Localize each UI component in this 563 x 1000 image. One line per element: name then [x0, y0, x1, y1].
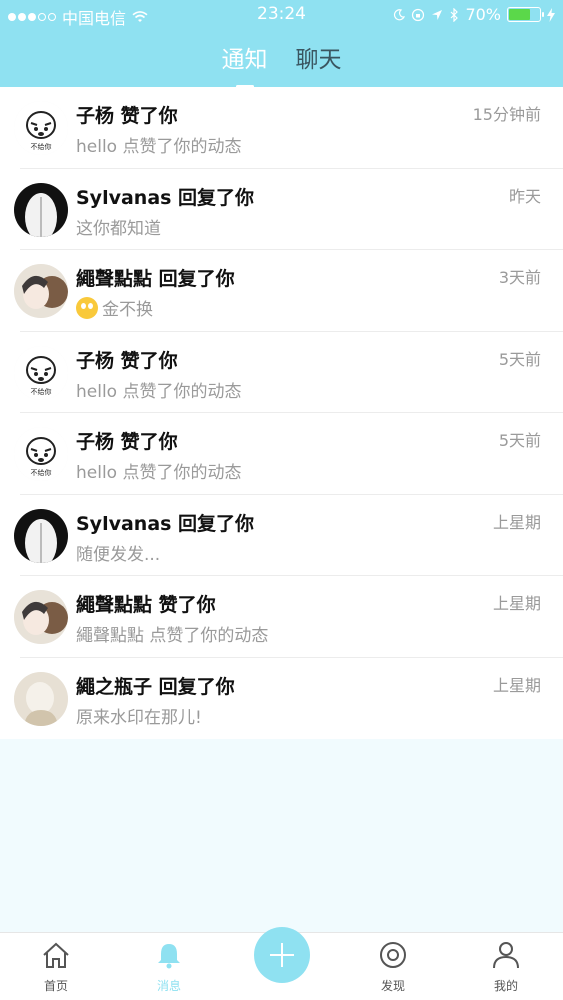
notification-title: 子杨 赞了你 — [76, 105, 178, 127]
bluetooth-icon — [451, 7, 459, 22]
notification-title: 子杨 赞了你 — [76, 431, 178, 453]
notification-subtitle: 原来水印在那儿! — [76, 703, 202, 728]
notification-subtitle: hello 点赞了你的动态 — [76, 377, 241, 402]
top-tabs: 通知 聊天 — [0, 40, 563, 80]
notification-subtitle-text: 原来水印在那儿! — [76, 707, 202, 728]
nav-home[interactable]: 首页 — [16, 941, 96, 994]
notification-title: 繩聲點點 回复了你 — [76, 268, 235, 290]
notification-subtitle-text: hello 点赞了你的动态 — [76, 381, 242, 402]
notification-subtitle: 金不换 — [76, 295, 153, 320]
nav-profile-label: 我的 — [493, 979, 518, 993]
nav-messages[interactable]: 消息 — [129, 941, 209, 994]
notification-row[interactable]: 不给你 子杨 赞了你 hello 点赞了你的动态 15分钟前 — [0, 87, 563, 169]
avatar[interactable] — [14, 182, 68, 237]
notification-title: 繩聲點點 赞了你 — [76, 594, 216, 616]
meme-avatar-text: 不给你 — [31, 142, 52, 151]
notification-subtitle-text: 繩聲點點 点赞了你的动态 — [76, 626, 269, 646]
notification-row[interactable]: 繩之瓶子 回复了你 原来水印在那儿! 上星期 — [0, 658, 563, 740]
notification-title: 子杨 赞了你 — [76, 349, 178, 372]
notification-time: 5天前 — [498, 431, 541, 450]
notification-row[interactable]: 不给你 子杨 赞了你 hello 点赞了你的动态 5天前 — [0, 332, 563, 414]
header: 中国电信 23:24 70% 通知 聊天 — [0, 0, 563, 87]
notification-title: Sylvanas 回复了你 — [76, 186, 255, 209]
notification-subtitle: 这你都知道 — [76, 214, 161, 239]
notification-time: 5天前 — [498, 349, 541, 369]
notification-time: 上星期 — [492, 675, 541, 695]
notification-subtitle-text: 随便发发... — [76, 544, 161, 565]
charging-icon — [547, 7, 555, 22]
notification-time: 15分钟前 — [472, 105, 541, 124]
moon-icon — [394, 8, 406, 20]
tab-chat[interactable]: 聊天 — [296, 40, 342, 80]
notification-time: 3天前 — [498, 268, 541, 287]
avatar[interactable] — [14, 590, 68, 644]
add-post-button[interactable] — [254, 927, 310, 983]
notification-subtitle-text: hello 点赞了你的动态 — [76, 137, 242, 157]
notification-list: 不给你 子杨 赞了你 hello 点赞了你的动态 15分钟前 Sylvanas 回复了你… — [0, 87, 563, 739]
discover-icon — [380, 942, 406, 968]
notification-row[interactable]: Sylvanas 回复了你 随便发发... 上星期 — [0, 495, 563, 577]
notification-subtitle: 随便发发... — [76, 540, 160, 565]
nav-discover[interactable]: 发现 — [353, 941, 433, 994]
status-bar: 中国电信 23:24 70% — [0, 0, 563, 30]
notification-subtitle-text: 金不换 — [102, 300, 153, 320]
nav-discover-label: 发现 — [380, 979, 405, 993]
status-right: 70% — [393, 5, 555, 24]
notification-time: 上星期 — [492, 594, 541, 613]
notification-row[interactable]: 繩聲點點 回复了你金不换 3天前 — [0, 250, 563, 332]
eye-roll-emoji-icon — [76, 296, 98, 319]
nav-messages-label: 消息 — [156, 979, 181, 993]
notification-time: 上星期 — [492, 512, 541, 532]
notification-subtitle-text: hello 点赞了你的动态 — [76, 463, 242, 483]
notification-time: 昨天 — [508, 186, 541, 206]
nav-profile[interactable]: 我的 — [466, 941, 546, 994]
notification-title: 繩之瓶子 回复了你 — [76, 675, 235, 698]
nav-home-label: 首页 — [43, 979, 68, 993]
notification-subtitle: 繩聲點點 点赞了你的动态 — [76, 621, 268, 646]
rotation-lock-icon — [412, 8, 425, 21]
avatar[interactable] — [14, 264, 68, 318]
person-icon — [493, 942, 519, 969]
avatar[interactable]: 不给你 — [14, 101, 68, 155]
bottom-nav: 首页 消息 发现 我的 — [0, 927, 563, 1000]
notification-row[interactable]: 不给你 子杨 赞了你 hello 点赞了你的动态 5天前 — [0, 413, 563, 495]
home-icon — [43, 942, 69, 968]
notification-row[interactable]: 繩聲點點 赞了你繩聲點點 点赞了你的动态 上星期 — [0, 576, 563, 658]
notification-subtitle: hello 点赞了你的动态 — [76, 132, 241, 157]
avatar[interactable]: 不给你 — [14, 345, 68, 400]
bell-icon — [158, 944, 180, 969]
avatar[interactable] — [14, 671, 68, 726]
tab-notifications[interactable]: 通知 — [222, 40, 268, 80]
notification-subtitle-text: 这你都知道 — [76, 218, 161, 239]
notification-row[interactable]: Sylvanas 回复了你 这你都知道 昨天 — [0, 169, 563, 251]
battery-percent: 70% — [465, 5, 501, 24]
meme-avatar-text: 不给你 — [31, 468, 52, 477]
avatar[interactable] — [14, 508, 68, 563]
notification-title: Sylvanas 回复了你 — [76, 512, 255, 535]
notification-subtitle: hello 点赞了你的动态 — [76, 458, 241, 483]
location-icon — [432, 9, 443, 20]
battery-icon — [507, 7, 544, 22]
meme-avatar-text: 不给你 — [31, 387, 52, 396]
avatar[interactable]: 不给你 — [14, 427, 68, 481]
